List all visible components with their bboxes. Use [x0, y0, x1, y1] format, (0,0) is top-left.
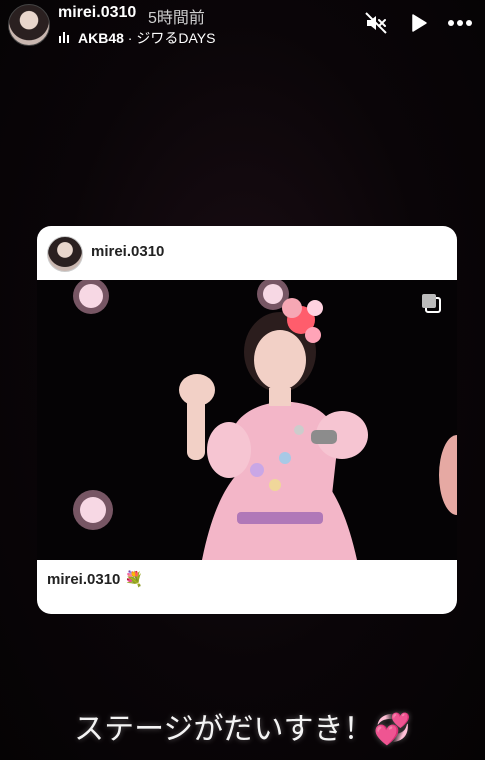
post-header: mirei.0310: [37, 226, 457, 280]
story-header: mirei.0310 5時間前 AKB48 · ジワるDAYS: [0, 0, 485, 52]
music-artist: AKB48: [78, 30, 124, 46]
caption-username[interactable]: mirei.0310: [47, 571, 120, 588]
mute-button[interactable]: [363, 10, 389, 36]
bouquet-emoji: 💐: [124, 571, 144, 588]
story-viewer: mirei.0310 5時間前 AKB48 · ジワるDAYS mirei.03…: [0, 0, 485, 760]
post-caption: mirei.0310 💐: [47, 570, 143, 588]
post-caption-area: mirei.0310 💐: [37, 560, 457, 614]
post-photo[interactable]: [37, 280, 457, 560]
music-info[interactable]: AKB48 · ジワるDAYS: [58, 28, 215, 48]
story-timestamp: 5時間前: [148, 10, 205, 27]
story-controls: [363, 10, 473, 36]
post-avatar[interactable]: [47, 236, 83, 272]
music-song: ジワるDAYS: [136, 30, 216, 46]
music-bars-icon: [59, 32, 69, 43]
more-dots-icon: [448, 20, 472, 26]
shared-post-card[interactable]: mirei.0310 mirei.0310 💐: [37, 226, 457, 614]
play-icon: [412, 14, 427, 32]
profile-avatar[interactable]: [8, 4, 50, 46]
story-username[interactable]: mirei.0310: [58, 4, 136, 22]
music-separator: ·: [123, 30, 137, 46]
speaker-muted-icon: [365, 12, 387, 34]
post-username[interactable]: mirei.0310: [91, 243, 164, 260]
story-text-overlay: ステージがだいすき！💞: [74, 712, 411, 747]
play-button[interactable]: [405, 10, 431, 36]
more-options-button[interactable]: [447, 10, 473, 36]
